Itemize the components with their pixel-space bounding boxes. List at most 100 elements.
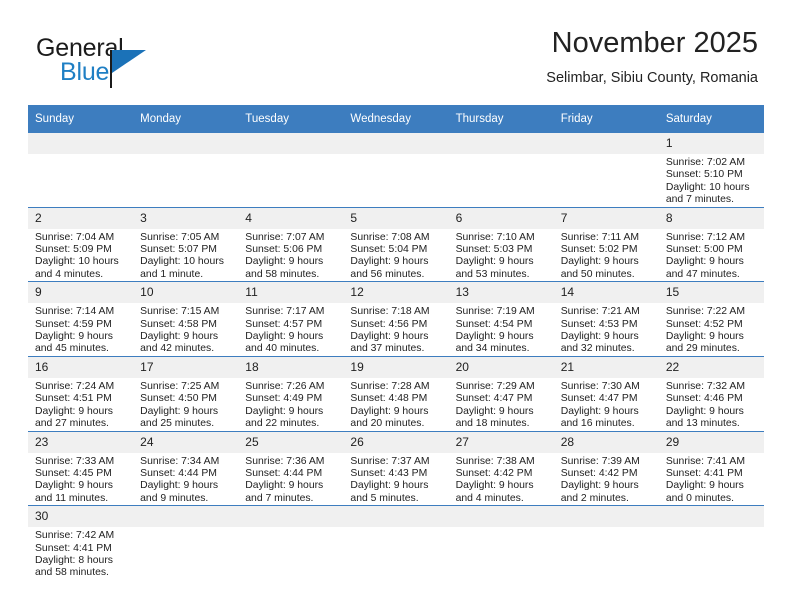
- day-number: 29: [658, 431, 764, 453]
- calendar-day-cell-empty: [133, 505, 239, 580]
- calendar-day-cell[interactable]: 16 Sunrise: 7:24 AM Sunset: 4:51 PM Dayligh…: [28, 355, 134, 431]
- day-number: 17: [133, 356, 239, 378]
- calendar-day-cell[interactable]: 7 Sunrise: 7:11 AM Sunset: 5:02 PM Daylight…: [553, 206, 659, 282]
- daylight-text-cont: and 2 minutes.: [560, 492, 629, 504]
- sunrise-text: Sunrise: 7:26 AM: [245, 380, 325, 392]
- daylight-text: Daylight: 9 hours: [140, 405, 219, 417]
- sunset-text: Sunset: 4:44 PM: [245, 467, 323, 479]
- calendar-day-cell[interactable]: 22 Sunrise: 7:32 AM Sunset: 4:46 PM Dayligh…: [658, 355, 764, 431]
- calendar-day-cell[interactable]: 8 Sunrise: 7:12 AM Sunset: 5:00 PM Daylight…: [658, 206, 764, 282]
- sunset-text: Sunset: 4:47 PM: [560, 393, 638, 405]
- sunset-text: Sunset: 4:43 PM: [350, 467, 428, 479]
- day-number: 12: [343, 282, 449, 304]
- daylight-text: Daylight: 9 hours: [560, 480, 639, 492]
- day-number: 11: [238, 282, 344, 304]
- daylight-text: Daylight: 9 hours: [140, 331, 219, 343]
- day-details: Sunrise: 7:38 AM Sunset: 4:42 PM Daylight:…: [449, 453, 554, 506]
- calendar-day-cell-empty: [553, 505, 659, 580]
- daylight-text-cont: and 5 minutes.: [350, 492, 419, 504]
- calendar-day-cell[interactable]: 28 Sunrise: 7:39 AM Sunset: 4:42 PM Dayligh…: [553, 430, 659, 506]
- calendar-day-cell[interactable]: 12 Sunrise: 7:18 AM Sunset: 4:56 PM Dayligh…: [343, 281, 449, 357]
- day-number: [448, 133, 554, 154]
- calendar-day-cell[interactable]: 19 Sunrise: 7:28 AM Sunset: 4:48 PM Dayligh…: [343, 355, 449, 431]
- daylight-text-cont: and 16 minutes.: [560, 418, 635, 430]
- sunrise-text: Sunrise: 7:25 AM: [140, 380, 220, 392]
- calendar-day-cell-empty: [28, 133, 134, 208]
- calendar-day-cell[interactable]: 21 Sunrise: 7:30 AM Sunset: 4:47 PM Dayligh…: [553, 355, 659, 431]
- calendar-day-cell[interactable]: 18 Sunrise: 7:26 AM Sunset: 4:49 PM Dayligh…: [238, 355, 344, 431]
- calendar-day-cell[interactable]: 30 Sunrise: 7:42 AM Sunset: 4:41 PM Dayligh…: [28, 505, 134, 580]
- day-number: 23: [28, 431, 134, 453]
- daylight-text-cont: and 34 minutes.: [455, 343, 530, 355]
- sunrise-text: Sunrise: 7:42 AM: [35, 530, 115, 542]
- daylight-text-cont: and 58 minutes.: [35, 567, 109, 579]
- calendar-day-cell[interactable]: 17 Sunrise: 7:25 AM Sunset: 4:50 PM Dayligh…: [133, 355, 239, 431]
- daylight-text-cont: and 4 minutes.: [35, 268, 104, 280]
- calendar-day-cell[interactable]: 6 Sunrise: 7:10 AM Sunset: 5:03 PM Daylight…: [448, 206, 554, 282]
- sunset-text: Sunset: 5:04 PM: [350, 244, 428, 256]
- weekday-header-sunday: Sunday: [28, 105, 134, 133]
- day-number: 6: [448, 207, 554, 229]
- weekday-header-row: Sunday Monday Tuesday Wednesday Thursday Frid…: [28, 105, 764, 133]
- day-details: Sunrise: 7:07 AM Sunset: 5:06 PM Daylight:…: [238, 229, 343, 282]
- sunset-text: Sunset: 4:52 PM: [665, 318, 743, 330]
- calendar-day-cell[interactable]: 14 Sunrise: 7:21 AM Sunset: 4:53 PM Dayligh…: [553, 281, 659, 357]
- day-number: 14: [553, 282, 659, 304]
- sunset-text: Sunset: 4:44 PM: [140, 467, 217, 479]
- calendar-day-cell[interactable]: 29 Sunrise: 7:41 AM Sunset: 4:41 PM Dayligh…: [658, 430, 764, 506]
- weekday-header-thursday: Thursday: [448, 105, 554, 133]
- calendar-day-cell[interactable]: 2 Sunrise: 7:04 AM Sunset: 5:09 PM Daylight…: [28, 206, 134, 282]
- daylight-text-cont: and 37 minutes.: [350, 343, 425, 355]
- day-number: [238, 506, 344, 528]
- daylight-text: Daylight: 9 hours: [245, 256, 324, 268]
- day-number: [658, 506, 764, 528]
- calendar-week-row: 1 Sunrise: 7:02 AM Sunset: 5:10 PM Daylight…: [28, 133, 764, 208]
- sunrise-text: Sunrise: 7:17 AM: [245, 306, 325, 318]
- day-details: Sunrise: 7:21 AM Sunset: 4:53 PM Daylight:…: [554, 303, 659, 356]
- day-number: 7: [553, 207, 659, 229]
- calendar-day-cell[interactable]: 11 Sunrise: 7:17 AM Sunset: 4:57 PM Dayligh…: [238, 281, 344, 357]
- calendar-day-cell[interactable]: 9 Sunrise: 7:14 AM Sunset: 4:59 PM Daylight…: [28, 281, 134, 357]
- calendar-day-cell[interactable]: 3 Sunrise: 7:05 AM Sunset: 5:07 PM Daylight…: [133, 206, 239, 282]
- calendar-page: General Blue November 2025 Selimbar, Sib…: [0, 0, 792, 612]
- day-details: Sunrise: 7:02 AM Sunset: 5:10 PM Daylight:…: [659, 154, 764, 207]
- daylight-text: Daylight: 9 hours: [455, 480, 534, 492]
- calendar-day-cell[interactable]: 1 Sunrise: 7:02 AM Sunset: 5:10 PM Daylight…: [658, 133, 764, 208]
- day-details: Sunrise: 7:34 AM Sunset: 4:44 PM Daylight:…: [133, 453, 238, 506]
- calendar-day-cell-empty: [343, 505, 449, 580]
- calendar-week-row: 30 Sunrise: 7:42 AM Sunset: 4:41 PM Dayligh…: [28, 505, 764, 580]
- day-number: [553, 133, 659, 154]
- calendar-day-cell[interactable]: 27 Sunrise: 7:38 AM Sunset: 4:42 PM Dayligh…: [448, 430, 554, 506]
- weekday-header-tuesday: Tuesday: [238, 105, 344, 133]
- calendar-day-cell[interactable]: 25 Sunrise: 7:36 AM Sunset: 4:44 PM Dayligh…: [238, 430, 344, 506]
- day-details: Sunrise: 7:29 AM Sunset: 4:47 PM Daylight:…: [449, 378, 554, 431]
- calendar-day-cell[interactable]: 5 Sunrise: 7:08 AM Sunset: 5:04 PM Daylight…: [343, 206, 449, 282]
- calendar-day-cell[interactable]: 15 Sunrise: 7:22 AM Sunset: 4:52 PM Dayligh…: [658, 281, 764, 357]
- sunrise-text: Sunrise: 7:34 AM: [140, 455, 220, 467]
- calendar-day-cell[interactable]: 4 Sunrise: 7:07 AM Sunset: 5:06 PM Daylight…: [238, 206, 344, 282]
- daylight-text-cont: and 18 minutes.: [455, 418, 530, 430]
- sunrise-text: Sunrise: 7:07 AM: [245, 231, 325, 243]
- sunset-text: Sunset: 5:07 PM: [140, 244, 217, 256]
- daylight-text: Daylight: 9 hours: [455, 405, 534, 417]
- day-number: 3: [133, 207, 239, 229]
- day-number: [133, 133, 239, 154]
- sunrise-text: Sunrise: 7:08 AM: [350, 231, 430, 243]
- daylight-text-cont: and 53 minutes.: [455, 268, 530, 280]
- daylight-text: Daylight: 9 hours: [35, 405, 113, 417]
- calendar-day-cell[interactable]: 13 Sunrise: 7:19 AM Sunset: 4:54 PM Dayligh…: [448, 281, 554, 357]
- calendar-day-cell[interactable]: 26 Sunrise: 7:37 AM Sunset: 4:43 PM Dayligh…: [343, 430, 449, 506]
- calendar-day-cell[interactable]: 20 Sunrise: 7:29 AM Sunset: 4:47 PM Dayligh…: [448, 355, 554, 431]
- calendar-day-cell[interactable]: 10 Sunrise: 7:15 AM Sunset: 4:58 PM Dayligh…: [133, 281, 239, 357]
- general-blue-logo[interactable]: General Blue: [36, 34, 256, 90]
- daylight-text: Daylight: 9 hours: [350, 480, 429, 492]
- daylight-text: Daylight: 9 hours: [245, 331, 324, 343]
- day-number: 16: [28, 356, 134, 378]
- daylight-text: Daylight: 9 hours: [350, 405, 429, 417]
- daylight-text-cont: and 0 minutes.: [665, 492, 735, 504]
- day-details: Sunrise: 7:05 AM Sunset: 5:07 PM Daylight:…: [133, 229, 238, 282]
- calendar-day-cell-empty: [553, 133, 659, 208]
- calendar-day-cell[interactable]: 24 Sunrise: 7:34 AM Sunset: 4:44 PM Dayligh…: [133, 430, 239, 506]
- calendar-day-cell[interactable]: 23 Sunrise: 7:33 AM Sunset: 4:45 PM Dayligh…: [28, 430, 134, 506]
- sunrise-text: Sunrise: 7:15 AM: [140, 306, 220, 318]
